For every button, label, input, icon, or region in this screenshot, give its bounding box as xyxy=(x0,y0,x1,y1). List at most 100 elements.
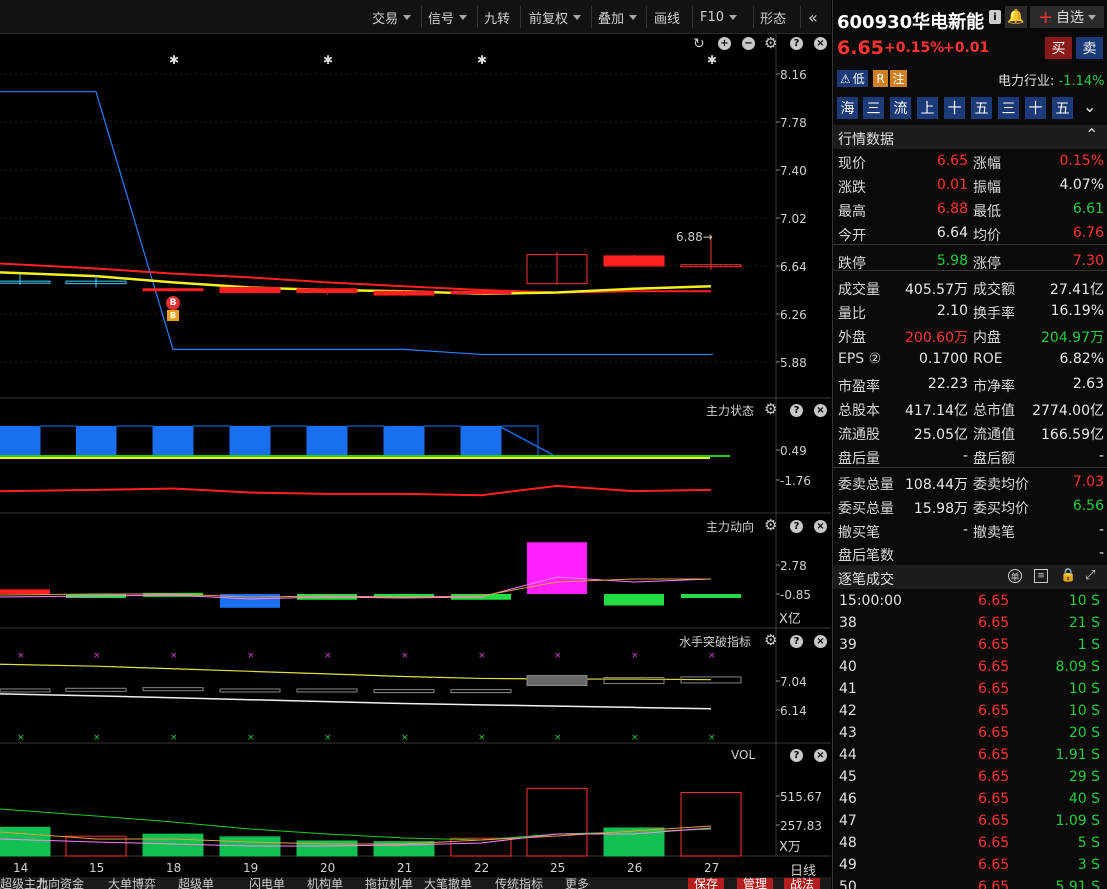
expand-down-icon[interactable]: ⌄ xyxy=(1083,97,1096,116)
tab-institution-order[interactable]: 机构单 xyxy=(307,878,343,889)
nav-five-button[interactable]: 五 xyxy=(971,97,992,119)
stock-name: 华电新能 xyxy=(912,12,985,33)
note-badge[interactable]: 注 xyxy=(890,70,907,87)
close-icon[interactable]: × xyxy=(814,404,827,417)
tick-row[interactable]: 47 6.65 1.09 S xyxy=(833,811,1107,833)
tick-row[interactable]: 43 6.65 20 S xyxy=(833,723,1107,745)
toolbar-pattern-button[interactable]: 形态 xyxy=(760,7,786,27)
buy-signal-marker[interactable]: B xyxy=(167,310,179,321)
tactics-button[interactable]: 战法 xyxy=(784,878,821,889)
tick-row[interactable]: 15:00:00 6.65 10 S xyxy=(833,591,1107,613)
vol-axis-label: 515.67 xyxy=(780,790,822,804)
help-icon[interactable]: ? xyxy=(790,635,803,648)
buy-button[interactable]: 买 xyxy=(1045,37,1072,59)
tick-row[interactable]: 39 6.65 1 S xyxy=(833,635,1107,657)
industry-label[interactable]: 电力行业: -1.14% xyxy=(998,70,1105,89)
help-icon[interactable]: ? xyxy=(790,404,803,417)
nav-three2-button[interactable]: 三 xyxy=(998,97,1019,119)
tick-row[interactable]: 46 6.65 40 S xyxy=(833,789,1107,811)
expand-icon[interactable]: ⤢ xyxy=(1085,568,1095,583)
tab-tractor-order[interactable]: 拖拉机单 xyxy=(365,878,413,889)
market-label: 最高 xyxy=(838,204,866,220)
sell-button[interactable]: 卖 xyxy=(1076,37,1103,59)
market-row: 今开 6.64 均价 6.76 xyxy=(833,222,1107,246)
bell-icon[interactable]: 🔔 xyxy=(1005,6,1027,28)
tick-row[interactable]: 49 6.65 3 S xyxy=(833,855,1107,877)
breakout-bottom-marker: × xyxy=(93,733,101,743)
zoom-in-icon[interactable]: + xyxy=(718,37,731,50)
market-data-title: 行情数据 xyxy=(838,132,894,148)
tick-row[interactable]: 40 6.65 8.09 S xyxy=(833,657,1107,679)
tick-row[interactable]: 38 6.65 21 S xyxy=(833,613,1107,635)
chart-area[interactable]: ✱ ✱ ✱ ✱ × × × × × × × × × × × × × × × × × × × × ↻ + − ⚙ ? × 8.1… xyxy=(0,34,831,879)
tick-row[interactable]: 48 6.65 5 S xyxy=(833,833,1107,855)
tick-row[interactable]: 50 6.65 5.91 S xyxy=(833,877,1107,889)
ticks-header[interactable]: 逐笔成交 单 ≡ 🔒 ⤢ xyxy=(833,565,1107,589)
add-watchlist-button[interactable]: + 自选 xyxy=(1030,6,1104,28)
close-icon[interactable]: × xyxy=(814,520,827,533)
help-icon[interactable]: ? xyxy=(790,520,803,533)
tick-row[interactable]: 42 6.65 10 S xyxy=(833,701,1107,723)
toolbar-f10-button[interactable]: F10 xyxy=(700,7,738,27)
market-row: 成交量 405.57万 成交额 27.41亿 xyxy=(833,276,1107,300)
nav-float-button[interactable]: 流 xyxy=(890,97,911,119)
nav-five2-button[interactable]: 五 xyxy=(1052,97,1073,119)
market-data-header[interactable]: 行情数据 ⌃ xyxy=(833,125,1107,149)
toolbar-overlay-button[interactable]: 叠加 xyxy=(598,7,638,27)
tick-time: 41 xyxy=(839,681,857,697)
tab-flash-order[interactable]: 闪电单 xyxy=(249,878,285,889)
nav-sh-button[interactable]: 海 xyxy=(837,97,858,119)
close-icon[interactable]: × xyxy=(814,37,827,50)
manage-button[interactable]: 管理 xyxy=(737,878,774,889)
nav-ten-button[interactable]: 十 xyxy=(944,97,965,119)
tick-row[interactable]: 45 6.65 29 S xyxy=(833,767,1107,789)
tab-big-cancel[interactable]: 大笔撤单 xyxy=(424,878,472,889)
refresh-icon[interactable]: ↻ xyxy=(693,36,705,52)
double-chevron-left-icon[interactable]: « xyxy=(808,7,818,27)
market-row: 涨跌 0.01 振幅 4.07% xyxy=(833,174,1107,198)
tick-volume: 8.09 S xyxy=(1055,659,1100,675)
help-icon[interactable]: ? xyxy=(790,37,803,50)
breakout-bottom-marker: × xyxy=(17,733,25,743)
info-icon[interactable]: i xyxy=(989,10,1001,24)
save-button[interactable]: 保存 xyxy=(688,878,725,889)
toolbar-draw-button[interactable]: 画线 xyxy=(654,7,680,27)
r-badge[interactable]: R xyxy=(873,70,888,87)
chevron-down-icon xyxy=(459,14,468,20)
gear-icon[interactable]: ⚙ xyxy=(764,631,777,649)
buy-signal-marker[interactable]: B xyxy=(166,296,180,310)
zoom-out-icon[interactable]: − xyxy=(742,37,755,50)
nav-three-button[interactable]: 三 xyxy=(863,97,884,119)
lock-icon[interactable]: 🔒 xyxy=(1060,568,1076,583)
help-icon[interactable]: ? xyxy=(790,749,803,762)
gear-icon[interactable]: ⚙ xyxy=(764,34,777,52)
market-value: 27.41亿 xyxy=(1049,282,1104,298)
tab-northbound[interactable]: 北向资金 xyxy=(36,878,84,889)
chart-canvas: ✱ ✱ ✱ ✱ × × × × × × × × × × × × × × × × × × × × xyxy=(0,34,831,857)
collapse-up-icon[interactable]: ⌃ xyxy=(1085,125,1098,144)
toolbar-adjust-button[interactable]: 前复权 xyxy=(529,7,582,27)
nav-ten2-button[interactable]: 十 xyxy=(1025,97,1046,119)
vol-bar xyxy=(0,826,51,857)
gear-icon[interactable]: ⚙ xyxy=(764,400,777,418)
toolbar-signal-button[interactable]: 信号 xyxy=(428,7,468,27)
tab-super-order[interactable]: 超级单 xyxy=(178,878,214,889)
nav-up-button[interactable]: 上 xyxy=(917,97,938,119)
tick-row[interactable]: 41 6.65 10 S xyxy=(833,679,1107,701)
tab-classic-indicator[interactable]: 传统指标 xyxy=(495,878,543,889)
tab-big-order-game[interactable]: 大单博弈 xyxy=(108,878,156,889)
gear-icon[interactable]: ⚙ xyxy=(764,516,777,534)
close-icon[interactable]: × xyxy=(814,749,827,762)
single-order-icon[interactable]: 单 xyxy=(1008,569,1022,583)
toolbar-trade-button[interactable]: 交易 xyxy=(372,7,412,27)
tick-row[interactable]: 44 6.65 1.91 S xyxy=(833,745,1107,767)
close-icon[interactable]: × xyxy=(814,635,827,648)
tab-more[interactable]: 更多 xyxy=(565,878,589,889)
list-icon[interactable]: ≡ xyxy=(1034,569,1048,583)
toolbar-ninecount-button[interactable]: 九转 xyxy=(484,7,510,27)
tick-price: 6.65 xyxy=(978,769,1010,785)
market-label: 撤卖笔 xyxy=(973,525,1015,541)
market-value: 6.61 xyxy=(1072,201,1104,217)
risk-low-badge[interactable]: ⚠ 低 xyxy=(837,70,868,87)
breakout-bottom-marker: × xyxy=(324,733,332,743)
